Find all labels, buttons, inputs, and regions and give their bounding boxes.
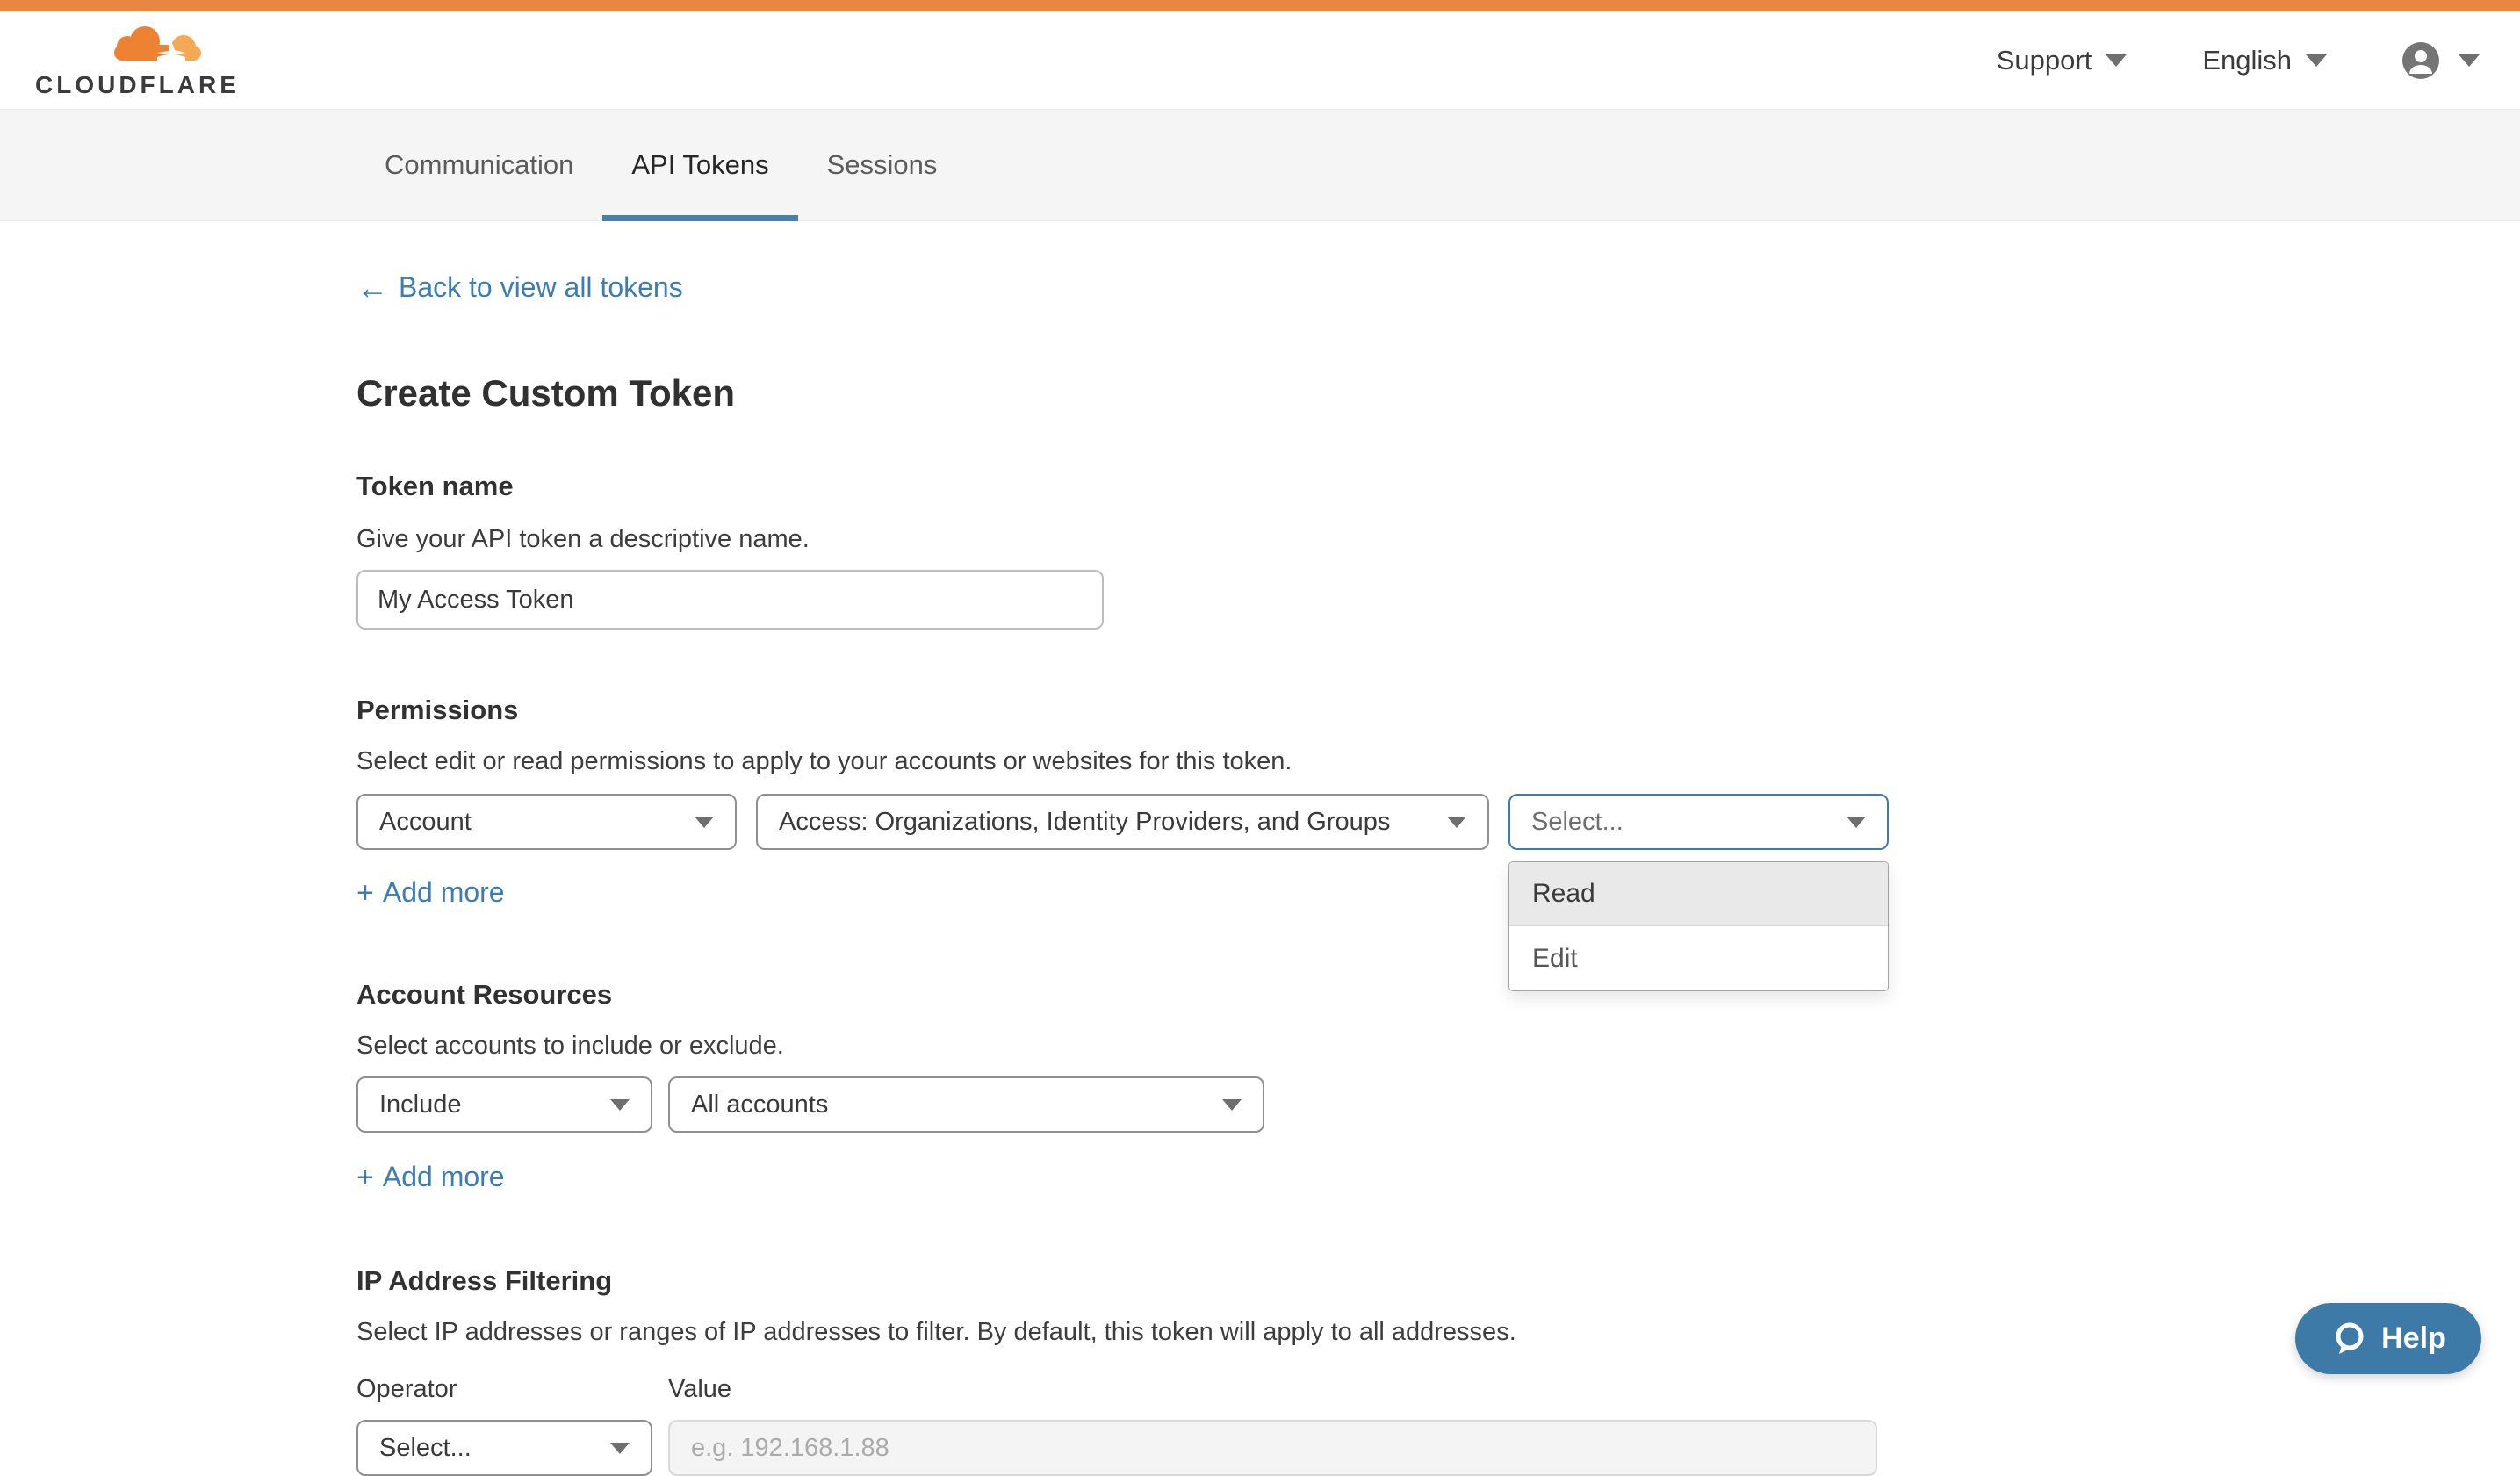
tab-api-tokens[interactable]: API Tokens (602, 110, 797, 220)
cloudflare-cloud-icon (99, 22, 206, 69)
plus-icon: + (356, 878, 374, 908)
ip-value-input[interactable] (668, 1420, 1877, 1476)
cloudflare-wordmark: CLOUDFLARE (35, 71, 225, 99)
account-resources-description: Select accounts to include or exclude. (356, 1032, 2520, 1061)
permissions-heading: Permissions (356, 695, 2520, 726)
ip-filter-labels: Operator Value (356, 1375, 2520, 1404)
permission-scope-value: Account (379, 808, 472, 837)
main-content: ← Back to view all tokens Create Custom … (0, 221, 2520, 1476)
ip-filtering-heading: IP Address Filtering (356, 1265, 2520, 1297)
tab-label: API Tokens (631, 149, 768, 181)
token-name-input[interactable] (356, 570, 1104, 630)
ip-filter-controls: Select... (356, 1420, 2520, 1476)
chevron-down-icon (1847, 817, 1866, 828)
menu-option-edit[interactable]: Edit (1509, 926, 1888, 990)
ip-filtering-description: Select IP addresses or ranges of IP addr… (356, 1318, 2520, 1347)
permissions-row: Account Access: Organizations, Identity … (356, 794, 2520, 850)
support-menu-label: Support (1997, 45, 2092, 76)
chevron-down-icon (610, 1099, 630, 1111)
tab-sessions[interactable]: Sessions (798, 110, 967, 220)
chevron-down-icon (610, 1443, 630, 1454)
token-name-section: Token name Give your API token a descrip… (356, 471, 2520, 630)
back-link-label: Back to view all tokens (399, 271, 683, 304)
account-resources-add-more-link[interactable]: + Add more (356, 1161, 505, 1193)
permission-scope-select[interactable]: Account (356, 794, 737, 850)
site-header: CLOUDFLARE Support English (0, 11, 2520, 110)
cloudflare-logo[interactable]: CLOUDFLARE (35, 22, 225, 99)
permission-group-value: Access: Organizations, Identity Provider… (779, 808, 1390, 837)
tab-communication[interactable]: Communication (356, 110, 602, 220)
chevron-down-icon (2459, 54, 2480, 67)
accounts-select[interactable]: All accounts (668, 1076, 1264, 1133)
permission-access-placeholder: Select... (1531, 808, 1624, 837)
brand-accent-bar (0, 0, 2520, 11)
access-options-menu: Read Edit (1508, 861, 1889, 991)
token-name-heading: Token name (356, 471, 2520, 502)
account-resources-section: Account Resources Select accounts to inc… (356, 979, 2520, 1193)
accounts-select-value: All accounts (691, 1091, 828, 1120)
menu-option-label: Read (1532, 879, 1595, 909)
permission-access-select[interactable]: Select... (1508, 794, 1889, 850)
permissions-add-more-link[interactable]: + Add more (356, 876, 505, 909)
page-title: Create Custom Token (356, 372, 2520, 414)
permissions-description: Select edit or read permissions to apply… (356, 747, 2520, 776)
chevron-down-icon (2306, 54, 2327, 67)
header-actions: Support English (1997, 42, 2480, 79)
help-button[interactable]: Help (2295, 1303, 2481, 1374)
permission-group-select[interactable]: Access: Organizations, Identity Provider… (756, 794, 1489, 850)
language-menu[interactable]: English (2202, 45, 2327, 76)
value-label: Value (668, 1375, 731, 1404)
help-button-label: Help (2381, 1321, 2446, 1356)
chevron-down-icon (2106, 54, 2127, 67)
language-menu-label: English (2202, 45, 2292, 76)
menu-option-label: Edit (1532, 944, 1578, 974)
back-to-tokens-link[interactable]: ← Back to view all tokens (356, 271, 683, 304)
operator-select[interactable]: Select... (356, 1420, 652, 1476)
menu-option-read[interactable]: Read (1509, 862, 1888, 926)
add-more-label: Add more (383, 1161, 505, 1193)
chat-bubble-icon (2330, 1321, 2367, 1357)
account-menu[interactable] (2402, 42, 2480, 79)
tab-label: Sessions (827, 149, 938, 181)
operator-label: Operator (356, 1375, 668, 1404)
permissions-section: Permissions Select edit or read permissi… (356, 695, 2520, 909)
tab-label: Communication (385, 149, 573, 181)
chevron-down-icon (1222, 1099, 1242, 1111)
chevron-down-icon (695, 817, 714, 828)
user-avatar-icon (2402, 42, 2439, 79)
token-name-description: Give your API token a descriptive name. (356, 525, 2520, 554)
add-more-label: Add more (383, 876, 505, 909)
include-exclude-select[interactable]: Include (356, 1076, 652, 1133)
ip-filtering-section: IP Address Filtering Select IP addresses… (356, 1265, 2520, 1476)
support-menu[interactable]: Support (1997, 45, 2128, 76)
account-resources-heading: Account Resources (356, 979, 2520, 1011)
operator-placeholder: Select... (379, 1434, 472, 1463)
arrow-left-icon: ← (356, 272, 388, 304)
chevron-down-icon (1447, 817, 1466, 828)
plus-icon: + (356, 1163, 374, 1192)
include-exclude-value: Include (379, 1091, 462, 1120)
account-resources-row: Include All accounts (356, 1076, 2520, 1133)
tab-bar: Communication API Tokens Sessions (0, 110, 2520, 221)
